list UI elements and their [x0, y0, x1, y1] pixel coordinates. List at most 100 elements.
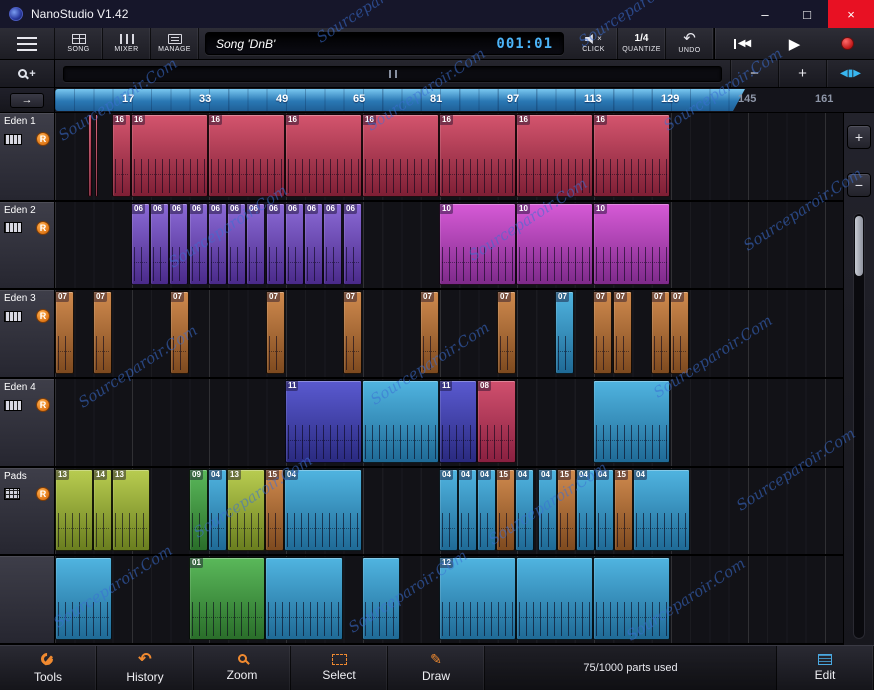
pan-zoom-tool-button[interactable]: + — [0, 60, 55, 87]
pattern-clip[interactable]: 04 — [595, 469, 614, 552]
record-arm-badge[interactable]: R — [36, 309, 50, 323]
pattern-clip[interactable]: 06 — [131, 203, 150, 286]
pattern-clip[interactable]: 14 — [93, 469, 112, 552]
song-display[interactable]: Song 'DnB' 001:01 — [205, 32, 564, 55]
pattern-clip[interactable]: 04 — [633, 469, 690, 552]
pattern-clip[interactable]: 16 — [516, 114, 593, 197]
track-header-pads[interactable]: PadsR — [0, 468, 55, 557]
record-arm-badge[interactable]: R — [36, 487, 50, 501]
vertical-scrollbar[interactable] — [853, 213, 865, 639]
pattern-clip[interactable] — [516, 557, 593, 640]
marker-arrow-icon[interactable]: → — [10, 93, 44, 108]
pattern-clip[interactable]: 06 — [343, 203, 362, 286]
track-lane[interactable]: 1616161616161616 — [55, 113, 843, 202]
pattern-clip[interactable]: 04 — [284, 469, 362, 552]
pattern-clip[interactable]: 15 — [557, 469, 576, 552]
pattern-clip[interactable]: 07 — [555, 291, 574, 374]
scrollbar-grip[interactable] — [389, 70, 397, 78]
record-button[interactable] — [821, 28, 874, 59]
track-lane[interactable]: 060606060606060606060606101010 — [55, 202, 843, 291]
pattern-clip[interactable]: 12 — [439, 557, 516, 640]
track-zoom-out-button[interactable]: − — [847, 173, 871, 197]
track-header-empty[interactable] — [0, 556, 55, 645]
play-button[interactable]: ▶ — [768, 28, 821, 59]
zoom-in-button[interactable]: + — [778, 60, 826, 87]
quantize-button[interactable]: 1/4 QUANTIZE — [618, 28, 666, 59]
record-arm-badge[interactable]: R — [36, 221, 50, 235]
rewind-button[interactable]: ◀◀ — [715, 28, 768, 59]
pattern-clip[interactable]: 04 — [515, 469, 534, 552]
draw-tool-button[interactable]: ✎ Draw — [388, 646, 485, 690]
vertical-scrollbar-thumb[interactable] — [855, 216, 863, 276]
pattern-clip[interactable]: 06 — [189, 203, 208, 286]
pattern-clip[interactable]: 07 — [55, 291, 74, 374]
pattern-clip[interactable] — [593, 380, 670, 463]
click-button[interactable]: × CLICK — [570, 28, 618, 59]
timeline-ruler[interactable]: 173349658197113129145161 → — [0, 88, 874, 113]
pattern-clip[interactable] — [95, 114, 98, 197]
track-header-eden-4[interactable]: Eden 4R — [0, 379, 55, 468]
pattern-clip[interactable]: 06 — [208, 203, 227, 286]
track-header-eden-3[interactable]: Eden 3R — [0, 290, 55, 379]
pattern-clip[interactable]: 11 — [285, 380, 362, 463]
zoom-tool-button[interactable]: Zoom — [194, 646, 291, 690]
pattern-clip[interactable] — [593, 557, 670, 640]
close-button[interactable]: × — [828, 0, 874, 28]
pattern-clip[interactable]: 13 — [227, 469, 265, 552]
pattern-clip[interactable]: 07 — [420, 291, 439, 374]
pattern-clip[interactable]: 04 — [477, 469, 496, 552]
auto-scroll-button[interactable]: ◀▮▶ — [826, 60, 874, 87]
pattern-clip[interactable]: 13 — [112, 469, 150, 552]
pattern-clip[interactable]: 07 — [266, 291, 285, 374]
record-arm-badge[interactable]: R — [36, 398, 50, 412]
pattern-clip[interactable]: 06 — [227, 203, 246, 286]
pattern-clip[interactable]: 07 — [93, 291, 112, 374]
pattern-clip[interactable]: 04 — [538, 469, 557, 552]
record-arm-badge[interactable]: R — [36, 132, 50, 146]
pattern-clip[interactable]: 07 — [497, 291, 516, 374]
pattern-clip[interactable]: 07 — [613, 291, 632, 374]
pattern-clip[interactable]: 16 — [439, 114, 516, 197]
pattern-clip[interactable]: 07 — [170, 291, 189, 374]
tools-button[interactable]: Tools — [0, 646, 97, 690]
pattern-clip[interactable]: 07 — [651, 291, 670, 374]
pattern-clip[interactable]: 09 — [189, 469, 208, 552]
pattern-clip[interactable] — [362, 380, 439, 463]
pattern-clip[interactable] — [362, 557, 400, 640]
track-lane[interactable]: 111108 — [55, 379, 843, 468]
pattern-clip[interactable]: 16 — [285, 114, 362, 197]
pattern-clip[interactable]: 04 — [439, 469, 458, 552]
pattern-clip[interactable]: 16 — [362, 114, 439, 197]
pattern-clip[interactable]: 06 — [285, 203, 304, 286]
pattern-clip[interactable]: 01 — [189, 557, 265, 640]
pattern-clip[interactable]: 16 — [208, 114, 285, 197]
pattern-clip[interactable]: 15 — [496, 469, 515, 552]
track-lane[interactable]: 070707070707070707070707 — [55, 290, 843, 379]
pattern-clip[interactable]: 08 — [477, 380, 516, 463]
pattern-clip[interactable]: 06 — [266, 203, 285, 286]
pattern-clip[interactable] — [88, 114, 92, 197]
pattern-clip[interactable]: 06 — [323, 203, 342, 286]
mixer-button[interactable]: MIXER — [103, 28, 151, 59]
menu-button[interactable] — [0, 28, 55, 59]
pattern-clip[interactable]: 16 — [112, 114, 131, 197]
track-lane[interactable]: 01 12 — [55, 556, 843, 645]
zoom-out-button[interactable]: − — [730, 60, 778, 87]
manage-button[interactable]: MANAGE — [151, 28, 199, 59]
pattern-clip[interactable]: 11 — [439, 380, 477, 463]
pattern-clip[interactable]: 06 — [246, 203, 265, 286]
track-header-eden-2[interactable]: Eden 2R — [0, 202, 55, 291]
maximize-button[interactable]: □ — [786, 0, 828, 28]
pattern-clip[interactable] — [265, 557, 343, 640]
track-zoom-in-button[interactable]: + — [847, 125, 871, 149]
pattern-clip[interactable]: 10 — [516, 203, 593, 286]
pattern-clip[interactable]: 04 — [576, 469, 595, 552]
pattern-clip[interactable]: 15 — [265, 469, 284, 552]
pattern-clip[interactable]: 16 — [593, 114, 670, 197]
pattern-clip[interactable]: 10 — [593, 203, 670, 286]
pattern-clip[interactable]: 07 — [593, 291, 612, 374]
history-button[interactable]: ↶ History — [97, 646, 194, 690]
pattern-clip[interactable]: 07 — [343, 291, 362, 374]
pattern-clip[interactable]: 06 — [150, 203, 169, 286]
pattern-clip[interactable]: 07 — [670, 291, 689, 374]
